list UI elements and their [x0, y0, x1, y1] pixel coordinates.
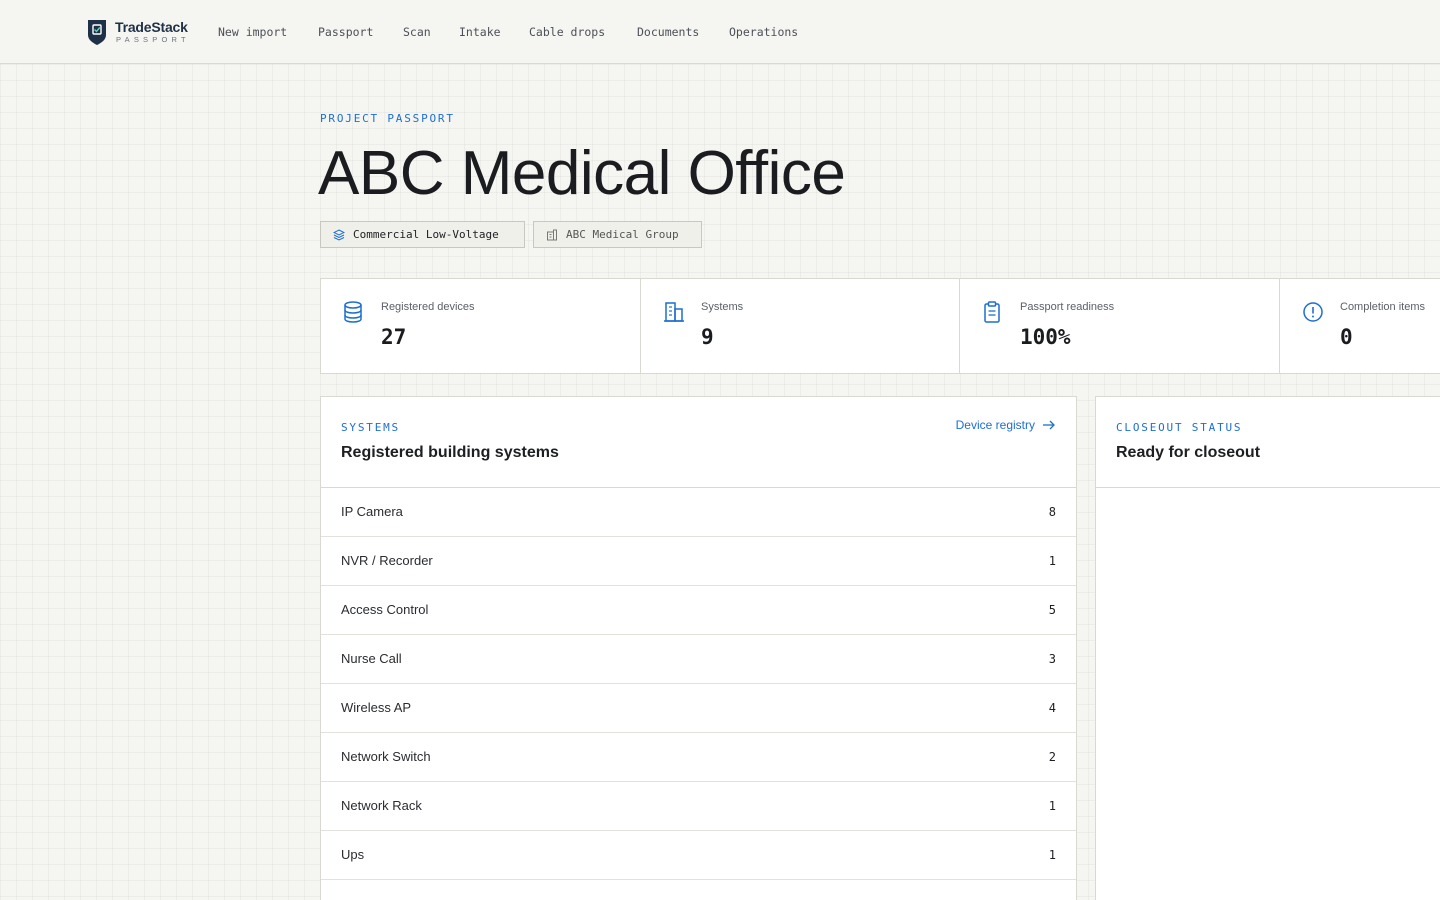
system-row[interactable]: Network Switch 2 — [321, 733, 1076, 782]
system-count: 2 — [1048, 750, 1056, 764]
stat-value: 100% — [1020, 325, 1071, 349]
project-type-label: Commercial Low-Voltage — [353, 228, 499, 241]
stat-value: 27 — [381, 325, 407, 349]
database-icon — [344, 301, 362, 323]
stat-systems: Systems 9 — [641, 279, 960, 373]
nav-documents[interactable]: Documents — [637, 25, 699, 39]
alert-circle-icon — [1303, 302, 1323, 322]
page-title: ABC Medical Office — [318, 139, 846, 208]
systems-panel-header: SYSTEMS Registered building systems Devi… — [321, 397, 1076, 488]
brand-name: TradeStack — [115, 19, 188, 35]
systems-panel: SYSTEMS Registered building systems Devi… — [320, 396, 1077, 900]
systems-eyebrow: SYSTEMS — [341, 421, 400, 434]
brand-subtitle: PASSPORT — [116, 35, 190, 44]
system-row[interactable]: NVR / Recorder 1 — [321, 537, 1076, 586]
nav-operations[interactable]: Operations — [729, 25, 798, 39]
systems-title: Registered building systems — [341, 444, 559, 461]
stat-completion-items: Completion items 0 — [1280, 279, 1440, 373]
closeout-panel: CLOSEOUT STATUS Ready for closeout — [1095, 396, 1440, 900]
client-label: ABC Medical Group — [566, 228, 679, 241]
layers-icon — [333, 228, 345, 241]
project-type-tag: Commercial Low-Voltage — [320, 221, 525, 248]
system-name: Nurse Call — [341, 651, 402, 666]
stat-label: Registered devices — [381, 301, 475, 313]
system-row[interactable]: Wireless AP 4 — [321, 684, 1076, 733]
system-name: Ups — [341, 847, 365, 862]
system-row[interactable]: Ups 1 — [321, 831, 1076, 880]
stat-registered-devices: Registered devices 27 — [321, 279, 641, 373]
stat-passport-readiness: Passport readiness 100% — [960, 279, 1280, 373]
system-row[interactable]: IP Camera 8 — [321, 488, 1076, 537]
system-name: NVR / Recorder — [341, 553, 433, 568]
clipboard-icon — [984, 301, 1000, 323]
system-count: 8 — [1048, 505, 1056, 519]
system-name: Access Control — [341, 602, 429, 617]
system-name: IP Camera — [341, 504, 403, 519]
nav-cable-drops[interactable]: Cable drops — [529, 25, 605, 39]
system-count: 3 — [1048, 652, 1056, 666]
system-count: 4 — [1048, 701, 1056, 715]
nav-intake[interactable]: Intake — [459, 25, 501, 39]
buildings-icon — [664, 302, 684, 322]
closeout-title: Ready for closeout — [1116, 444, 1261, 461]
stat-label: Completion items — [1340, 301, 1425, 313]
system-row[interactable]: Nurse Call 3 — [321, 635, 1076, 684]
page-eyebrow: PROJECT PASSPORT — [320, 112, 455, 125]
nav-scan[interactable]: Scan — [403, 25, 431, 39]
system-count: 1 — [1048, 554, 1056, 568]
stat-value: 9 — [701, 325, 714, 349]
arrow-right-icon — [1043, 420, 1055, 430]
nav-new-import[interactable]: New import — [218, 25, 287, 39]
tradestack-logo[interactable]: TradeStack PASSPORT — [86, 18, 196, 46]
shield-check-icon — [88, 20, 106, 45]
nav-passport[interactable]: Passport — [318, 25, 373, 39]
device-registry-link[interactable]: Device registry — [956, 418, 1056, 432]
stat-label: Systems — [701, 301, 744, 313]
top-navigation: TradeStack PASSPORT New import Passport … — [0, 0, 1440, 64]
stat-value: 0 — [1340, 325, 1353, 349]
closeout-eyebrow: CLOSEOUT STATUS — [1116, 421, 1243, 434]
system-name: Network Switch — [341, 749, 431, 764]
client-tag: ABC Medical Group — [533, 221, 702, 248]
closeout-panel-header: CLOSEOUT STATUS Ready for closeout — [1096, 397, 1440, 488]
system-name: Wireless AP — [341, 700, 412, 715]
building-icon — [547, 229, 557, 240]
system-count: 1 — [1048, 848, 1056, 862]
system-count: 5 — [1048, 603, 1056, 617]
system-count: 1 — [1048, 799, 1056, 813]
system-row[interactable]: Network Rack 1 — [321, 782, 1076, 831]
stats-bar: Registered devices 27 Systems 9 Passport… — [320, 278, 1440, 374]
system-name: Network Rack — [341, 798, 422, 813]
system-row[interactable]: Access Control 5 — [321, 586, 1076, 635]
device-registry-label: Device registry — [955, 418, 1035, 432]
stat-label: Passport readiness — [1020, 301, 1115, 313]
